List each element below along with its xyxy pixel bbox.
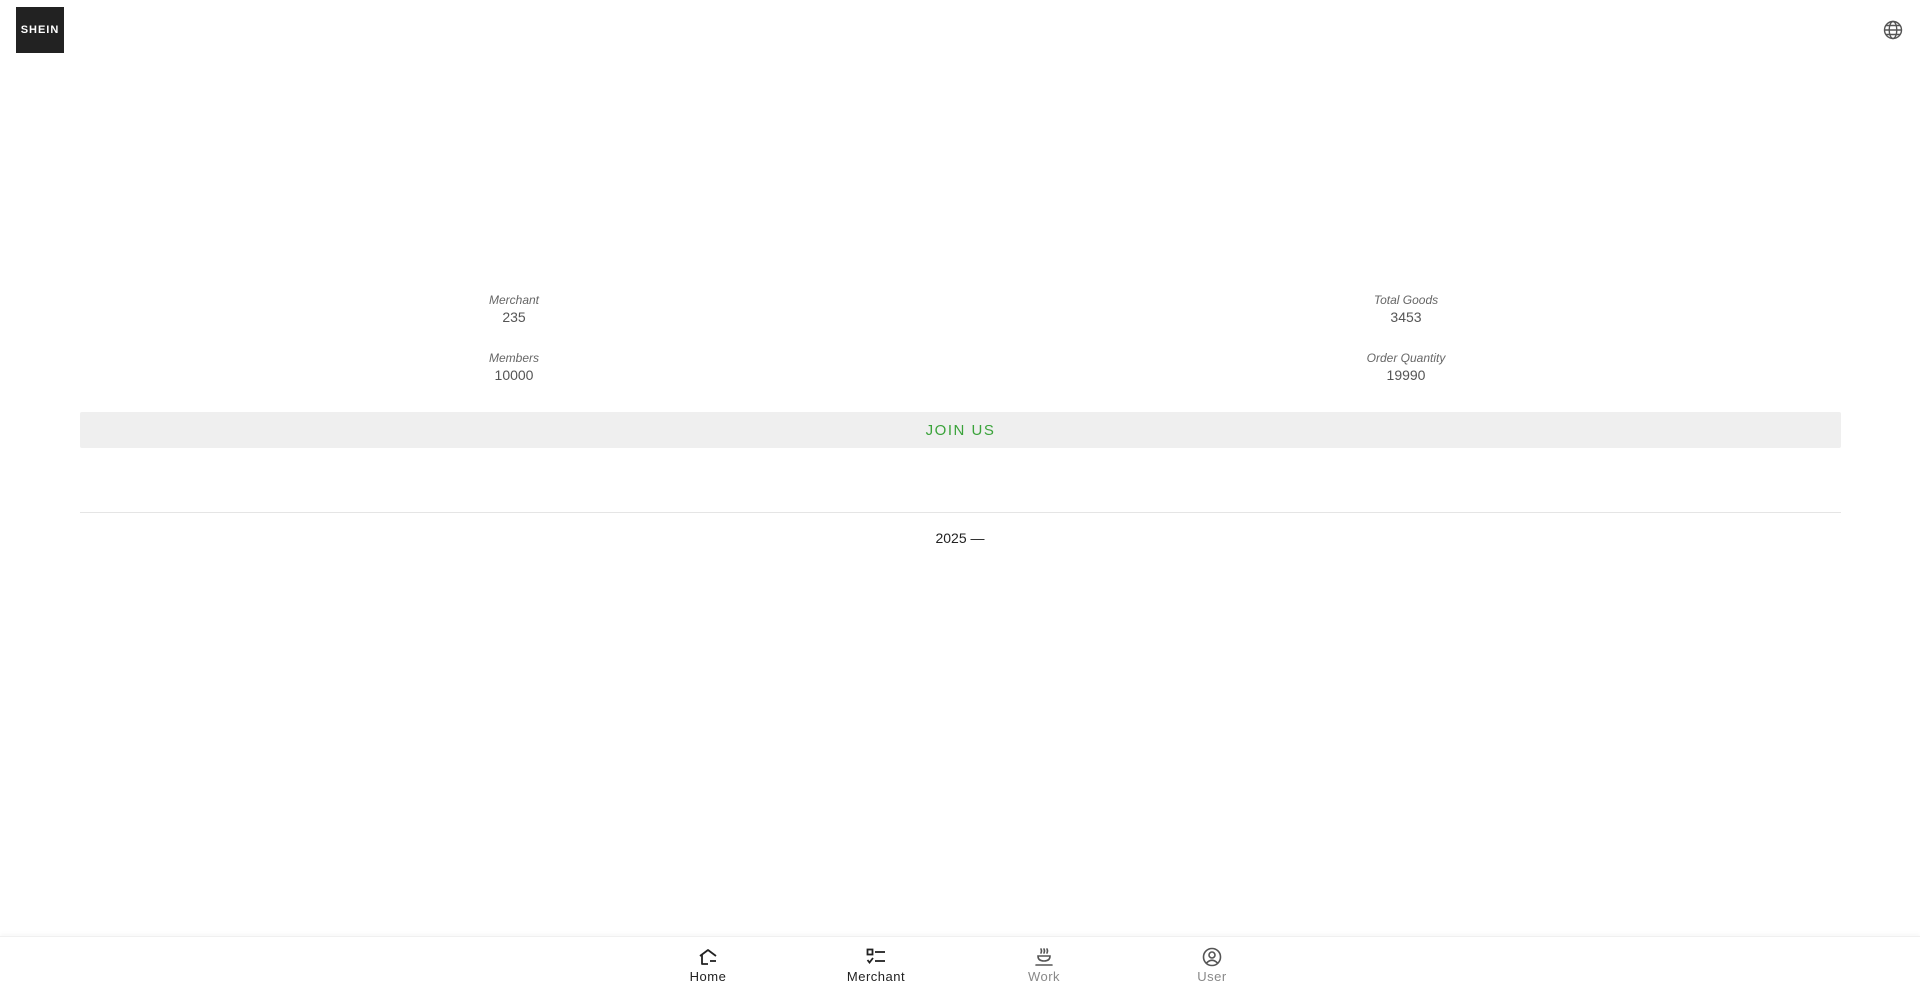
nav-label: Home [689,969,727,984]
join-us-button[interactable]: JOIN US [80,412,1841,448]
work-icon [1033,947,1055,967]
stat-label: Total Goods [1373,293,1439,307]
bottom-nav: Home Merchant Work User [0,936,1920,993]
nav-item-home[interactable]: Home [648,947,768,984]
globe-icon[interactable] [1882,19,1904,41]
stat-label: Members [488,351,539,365]
nav-label: User [1197,969,1227,984]
nav-label: Work [1027,969,1061,984]
user-icon [1201,947,1223,967]
nav-item-user[interactable]: User [1152,947,1272,984]
stat-value: 235 [502,309,526,325]
shein-logo[interactable]: SHEIN [16,7,64,53]
stat-label: Order Quantity [1366,351,1446,365]
stat-value: 10000 [494,367,534,383]
nav-item-merchant[interactable]: Merchant [816,947,936,984]
stat-order-quantity: Order Quantity 19990 [1256,350,1556,384]
stat-total-goods: Total Goods 3453 [1256,292,1556,326]
stat-value: 19990 [1386,367,1426,383]
stat-value: 3453 [1390,309,1422,325]
home-icon [697,947,719,967]
stat-merchant: Merchant 235 [364,292,664,326]
nav-label: Merchant [846,969,906,984]
divider [80,512,1841,513]
stat-members: Members 10000 [364,350,664,384]
list-icon [865,947,887,967]
nav-item-work[interactable]: Work [984,947,1104,984]
copyright-year: 2025 — [935,530,985,546]
page: SHEIN Merchant 235 Total Goods 3453 Memb… [0,0,1920,993]
stat-label: Merchant [488,293,540,307]
header: SHEIN [0,0,1920,60]
stats-section: Merchant 235 Total Goods 3453 Members 10… [0,290,1920,390]
